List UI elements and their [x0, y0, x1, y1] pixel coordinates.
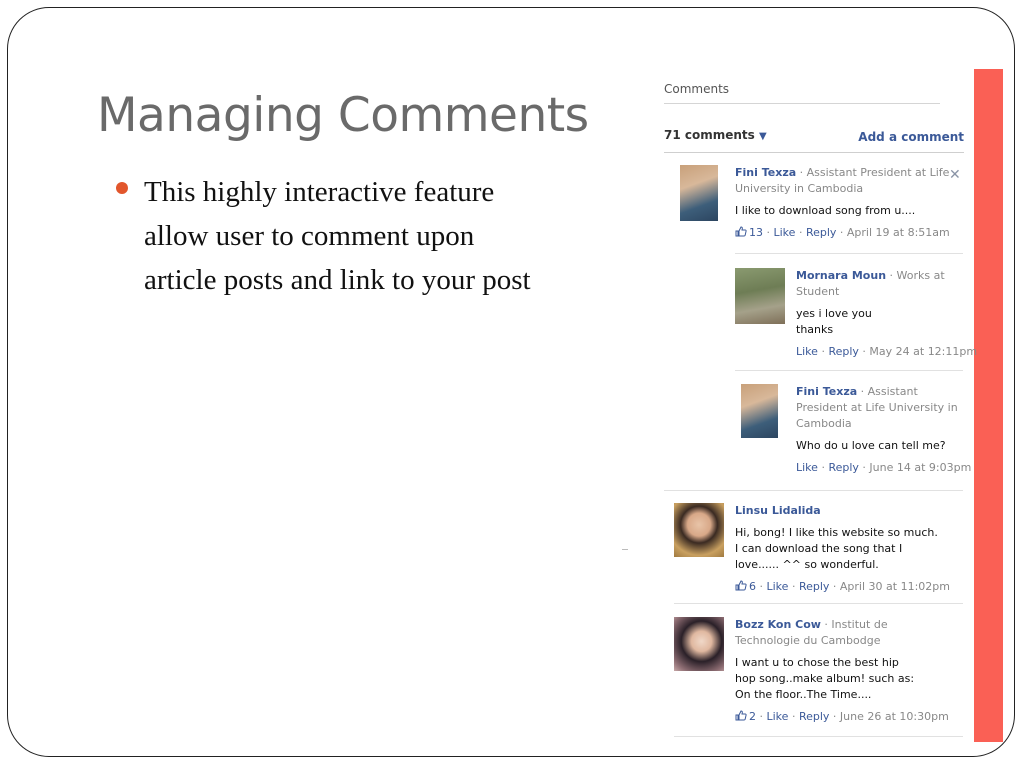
reply-link[interactable]: Reply: [799, 710, 829, 723]
commenter-name[interactable]: Fini Texza: [796, 385, 857, 398]
divider: [664, 152, 964, 153]
avatar: [741, 384, 778, 438]
like-count[interactable]: 2: [749, 710, 756, 723]
bullet-list: This highly interactive feature allow us…: [116, 170, 616, 302]
comment-text: yes i love you thanks: [796, 307, 872, 336]
avatar: [674, 503, 724, 557]
like-link[interactable]: Like: [796, 461, 818, 474]
like-link[interactable]: Like: [767, 710, 789, 723]
like-link[interactable]: Like: [796, 345, 818, 358]
divider: [664, 103, 940, 104]
thumbs-up-icon: [735, 710, 747, 721]
bullet-line: article posts and link to your post: [144, 264, 531, 296]
divider: [674, 603, 963, 604]
bullet-text: This highly interactive feature allow us…: [144, 170, 616, 302]
bullet-line: allow user to comment upon: [144, 220, 475, 252]
timestamp: May 24 at 12:11pm: [869, 345, 978, 358]
like-count[interactable]: 6: [749, 580, 756, 593]
avatar: [735, 268, 785, 324]
reply-link[interactable]: Reply: [828, 461, 858, 474]
divider: [674, 736, 963, 737]
comment-text: I like to download song from u....: [735, 204, 916, 217]
commenter-name[interactable]: Linsu Lidalida: [735, 504, 821, 517]
avatar: [680, 165, 718, 221]
divider: [735, 253, 963, 254]
timestamp: June 14 at 9:03pm: [869, 461, 972, 474]
timestamp: June 26 at 10:30pm: [839, 710, 949, 723]
comment-text: Who do u love can tell me?: [796, 439, 946, 452]
comment-text: I want u to chose the best hip hop song.…: [735, 656, 915, 701]
add-comment-link[interactable]: Add a comment: [858, 130, 964, 144]
like-link[interactable]: Like: [774, 226, 796, 239]
divider-mark: [622, 549, 628, 550]
close-icon[interactable]: ✕: [949, 167, 961, 183]
commenter-name[interactable]: Mornara Moun: [796, 269, 886, 282]
commenter-name[interactable]: Fini Texza: [735, 166, 796, 179]
comment-text: Hi, bong! I like this website so much. I…: [735, 526, 938, 571]
comment-actions: 13 · Like · Reply · April 19 at 8:51am: [735, 225, 950, 241]
like-link[interactable]: Like: [767, 580, 789, 593]
reply-link[interactable]: Reply: [828, 345, 858, 358]
comment-actions: 6 · Like · Reply · April 30 at 11:02pm: [735, 579, 950, 595]
accent-bar: [974, 69, 1003, 742]
comments-count: 71 comments: [664, 128, 755, 142]
comment-actions: 2 · Like · Reply · June 26 at 10:30pm: [735, 709, 955, 725]
commenter-name[interactable]: Bozz Kon Cow: [735, 618, 821, 631]
reply-link[interactable]: Reply: [799, 580, 829, 593]
comment-actions: Like · Reply · May 24 at 12:11pm: [796, 345, 978, 358]
divider: [735, 370, 963, 371]
comments-count-dropdown[interactable]: 71 comments ▼: [664, 128, 767, 142]
bullet-dot-icon: [116, 182, 128, 194]
avatar: [674, 617, 724, 671]
thumbs-up-icon: [735, 580, 747, 591]
comments-heading: Comments: [664, 82, 730, 96]
reply-link[interactable]: Reply: [806, 226, 836, 239]
caret-down-icon: ▼: [759, 131, 767, 142]
timestamp: April 30 at 11:02pm: [839, 580, 950, 593]
like-count[interactable]: 13: [749, 226, 763, 239]
bullet-line: This highly interactive feature: [144, 176, 495, 208]
slide-title: Managing Comments: [97, 88, 589, 143]
thumbs-up-icon: [735, 226, 747, 237]
divider: [664, 490, 963, 491]
timestamp: April 19 at 8:51am: [846, 226, 950, 239]
comment-actions: Like · Reply · June 14 at 9:03pm: [796, 461, 972, 474]
